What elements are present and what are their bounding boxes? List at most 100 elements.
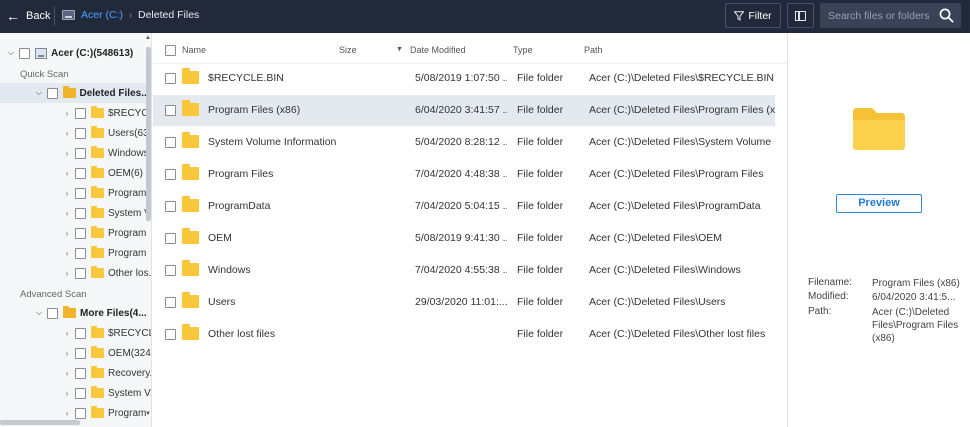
checkbox[interactable] <box>75 407 86 419</box>
table-row[interactable]: Program Files (x86) 6/04/2020 3:41:57 ...… <box>153 95 775 126</box>
tree-item[interactable]: ›Users(63... <box>62 123 151 143</box>
scroll-up-icon[interactable]: ▲ <box>145 35 151 41</box>
checkbox[interactable] <box>75 167 86 179</box>
row-path: Acer (C:)\Deleted Files\System Volume In… <box>589 136 775 148</box>
tree-item[interactable]: ›Windows... <box>62 143 151 163</box>
row-checkbox[interactable] <box>165 233 176 244</box>
column-header-path[interactable]: Path <box>584 45 603 55</box>
chevron-down-icon[interactable]: ⌵ <box>34 88 44 98</box>
tree-item[interactable]: › OEM(324... <box>62 343 151 363</box>
folder-icon <box>91 366 104 378</box>
tree-item-label: Recovery... <box>108 367 151 379</box>
checkbox[interactable] <box>46 87 58 99</box>
tree-item[interactable]: ›System V... <box>62 383 151 403</box>
sidebar-horizontal-scrollbar[interactable] <box>0 420 80 425</box>
checkbox[interactable] <box>75 367 86 379</box>
row-checkbox[interactable] <box>165 73 176 84</box>
table-row[interactable]: System Volume Information 5/04/2020 8:28:… <box>153 127 775 158</box>
checkbox[interactable] <box>75 267 86 279</box>
row-type: File folder <box>517 72 564 84</box>
table-row[interactable]: ProgramData 7/04/2020 5:04:15 ... File fol… <box>153 191 775 222</box>
chevron-right-icon[interactable]: › <box>62 189 72 198</box>
sidebar-scrollbar-thumb[interactable] <box>146 47 151 221</box>
chevron-right-icon[interactable]: › <box>62 209 72 218</box>
back-button[interactable]: ← Back <box>6 8 50 24</box>
preview-button[interactable]: Preview <box>836 194 922 213</box>
chevron-right-icon[interactable]: › <box>62 389 72 398</box>
chevron-right-icon[interactable]: › <box>62 269 72 278</box>
select-all-checkbox[interactable] <box>165 45 176 56</box>
filename-label: Filename: <box>808 277 852 288</box>
row-name: OEM <box>208 232 232 244</box>
column-header-type[interactable]: Type <box>513 45 533 55</box>
row-checkbox[interactable] <box>165 297 176 308</box>
checkbox[interactable] <box>75 347 86 359</box>
checkbox[interactable] <box>75 327 86 339</box>
tree-item[interactable]: › Recovery... <box>62 363 151 383</box>
search-input[interactable] <box>820 9 935 22</box>
row-checkbox[interactable] <box>165 137 176 148</box>
chevron-right-icon[interactable]: › <box>62 349 72 358</box>
tree-item[interactable]: ›System V... <box>62 203 151 223</box>
tree-item-label: Program <box>108 247 147 259</box>
tree-item[interactable]: › Program... <box>62 183 151 203</box>
checkbox[interactable] <box>75 207 86 219</box>
tree-item-deleted-files[interactable]: ⌵ Deleted Files... <box>0 83 146 103</box>
search-box <box>820 3 961 28</box>
breadcrumb-drive[interactable]: Acer (C:) <box>81 9 123 21</box>
toggle-preview-pane-button[interactable] <box>787 3 814 28</box>
row-checkbox[interactable] <box>165 105 176 116</box>
chevron-right-icon[interactable]: › <box>62 409 72 418</box>
checkbox[interactable] <box>75 107 86 119</box>
column-header-name[interactable]: Name <box>182 45 206 55</box>
chevron-down-icon[interactable]: ⌵ <box>34 308 44 318</box>
tree-item[interactable]: › Program <box>62 243 146 263</box>
filter-button[interactable]: Filter <box>725 3 781 28</box>
tree-item[interactable]: › OEM(6) <box>62 163 143 183</box>
checkbox[interactable] <box>75 227 86 239</box>
chevron-right-icon[interactable]: › <box>62 109 72 118</box>
chevron-right-icon[interactable]: › <box>62 149 72 158</box>
tree-item[interactable]: › Program <box>62 223 146 243</box>
row-path: Acer (C:)\Deleted Files\Program Files <box>589 168 764 180</box>
table-row[interactable]: $RECYCLE.BIN 5/08/2019 1:07:50 ... File fo… <box>153 63 775 94</box>
sort-descending-icon[interactable]: ▼ <box>396 46 403 53</box>
table-row[interactable]: Users 29/03/2020 11:01:... File folder Acer… <box>153 287 775 318</box>
row-checkbox[interactable] <box>165 265 176 276</box>
chevron-right-icon[interactable]: › <box>62 369 72 378</box>
chevron-right-icon[interactable]: › <box>62 229 72 238</box>
drive-icon <box>35 47 47 59</box>
chevron-right-icon[interactable]: › <box>62 329 72 338</box>
table-row[interactable]: OEM 5/08/2019 9:41:30 ... File folder Acer … <box>153 223 775 254</box>
table-row[interactable]: Other lost files File folder Acer (C:)\Del… <box>153 319 775 350</box>
tree-item[interactable]: › Other los... <box>62 263 152 283</box>
chevron-right-icon[interactable]: › <box>62 249 72 258</box>
chevron-right-icon[interactable]: › <box>62 129 72 138</box>
checkbox[interactable] <box>75 127 86 139</box>
row-checkbox[interactable] <box>165 201 176 212</box>
table-row[interactable]: Program Files 7/04/2020 4:48:38 ... File f… <box>153 159 775 190</box>
tree-item[interactable]: ›$RECYCL... <box>62 103 151 123</box>
checkbox[interactable] <box>75 147 86 159</box>
checkbox[interactable] <box>75 247 86 259</box>
tree-item-label: Program <box>108 227 147 239</box>
chevron-right-icon[interactable]: › <box>62 169 72 178</box>
row-checkbox[interactable] <box>165 169 176 180</box>
tree-item[interactable]: › $RECYCL... <box>62 323 151 343</box>
checkbox[interactable] <box>75 387 86 399</box>
column-header-size[interactable]: Size <box>339 45 357 55</box>
scroll-down-icon[interactable]: ▼ <box>145 411 151 417</box>
column-header-date[interactable]: Date Modified <box>410 45 466 55</box>
checkbox[interactable] <box>47 307 58 319</box>
tree-root-drive[interactable]: ⌵ Acer (C:)(548613) <box>6 43 133 63</box>
row-checkbox[interactable] <box>165 329 176 340</box>
checkbox[interactable] <box>75 187 86 199</box>
tree-item-label: Other los... <box>108 267 152 279</box>
tree-item-label: $RECYCL... <box>108 327 151 339</box>
chevron-down-icon[interactable]: ⌵ <box>6 48 16 58</box>
tree-item-more-files[interactable]: ⌵ More Files(4... <box>34 303 147 323</box>
table-row[interactable]: Windows 7/04/2020 4:55:38 ... File folder A… <box>153 255 775 286</box>
checkbox[interactable] <box>19 47 30 59</box>
search-icon[interactable] <box>939 8 954 23</box>
folder-icon <box>182 100 199 116</box>
